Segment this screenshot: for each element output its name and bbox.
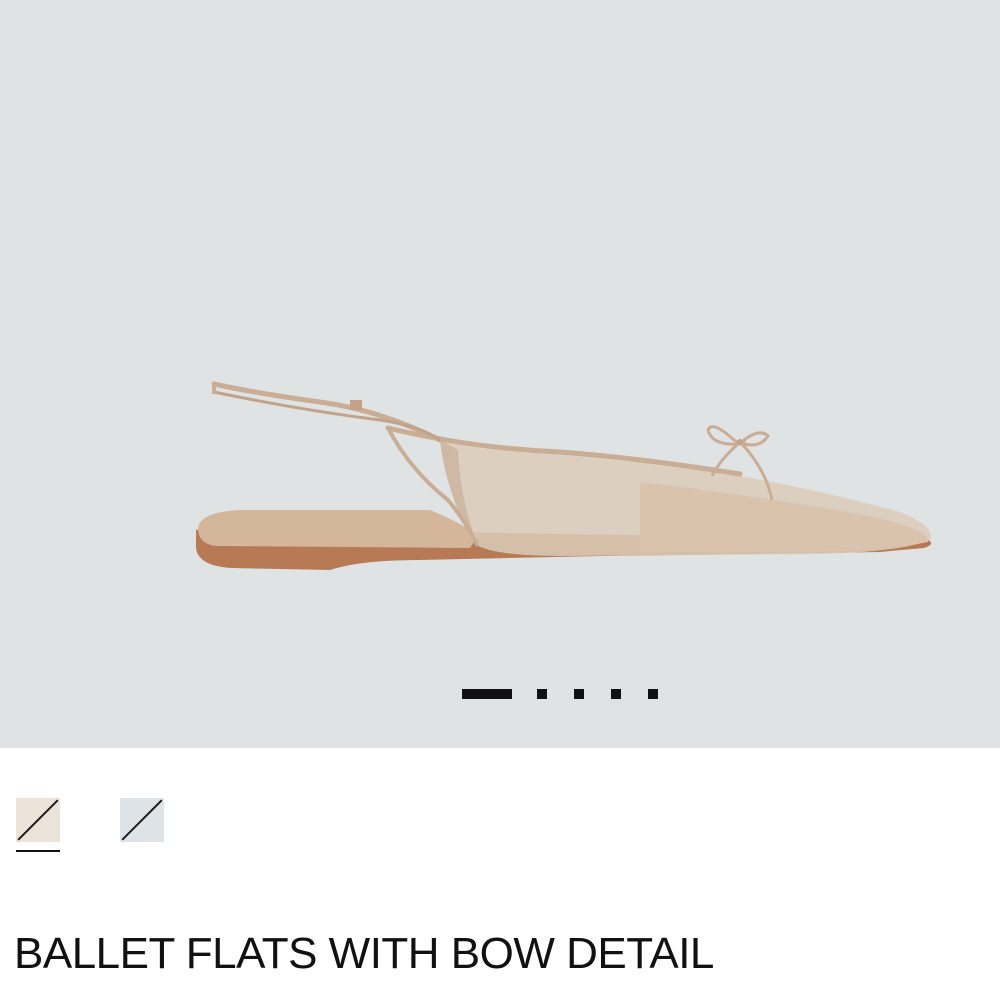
pagination-dot-1[interactable]: [462, 689, 512, 699]
pagination-dot-4[interactable]: [611, 689, 621, 699]
pagination-dot-5[interactable]: [648, 689, 658, 699]
gallery-pagination: [462, 689, 658, 699]
product-image-gallery[interactable]: [0, 0, 1000, 748]
selected-indicator: [16, 850, 60, 852]
swatch-chip: [120, 798, 164, 842]
color-swatch-beige[interactable]: [16, 798, 60, 854]
product-title: BALLET FLATS WITH BOW DETAIL: [14, 929, 714, 978]
product-page: BALLET FLATS WITH BOW DETAIL: [0, 0, 1000, 1000]
pagination-dot-3[interactable]: [574, 689, 584, 699]
color-swatch-light-blue[interactable]: [120, 798, 164, 854]
color-swatches: [16, 798, 224, 854]
ballet-flat-image: [196, 381, 932, 570]
pagination-dot-2[interactable]: [537, 689, 547, 699]
swatch-chip: [16, 798, 60, 842]
swatch-slash-icon: [121, 799, 163, 841]
swatch-slash-icon: [17, 799, 59, 841]
